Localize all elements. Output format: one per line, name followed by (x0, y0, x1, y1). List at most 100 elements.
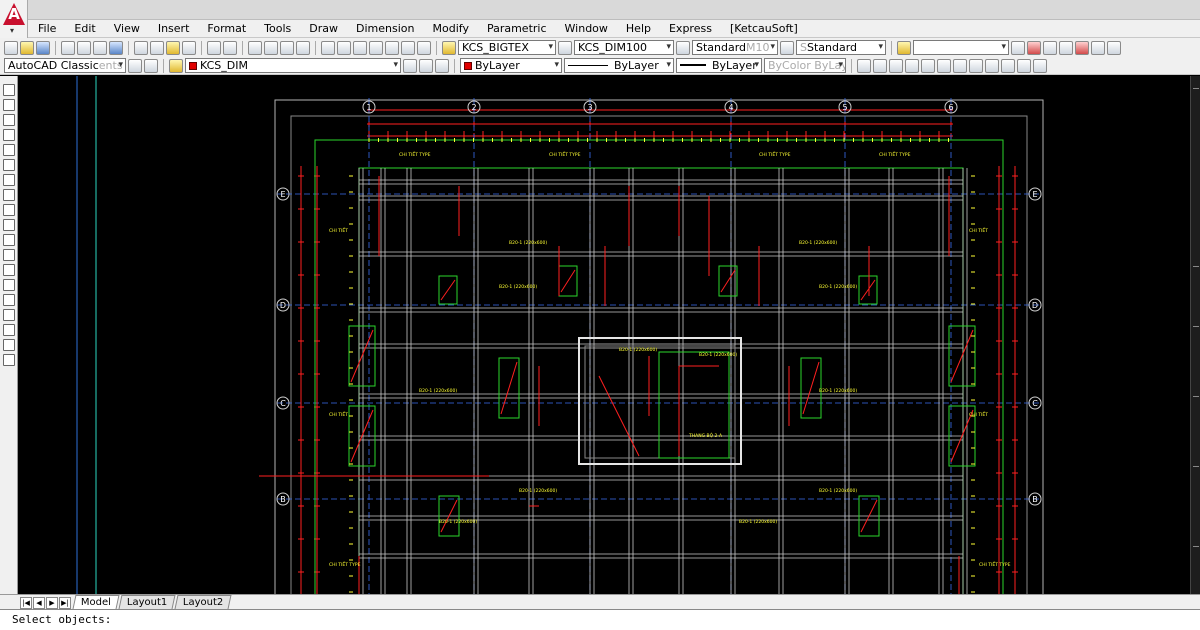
color-select[interactable]: ByLayer (460, 58, 562, 73)
layer-tool-5-icon[interactable] (1075, 40, 1089, 55)
drawing-canvas[interactable]: 1 2 3 4 5 6 E E D D C C B B CHI TIẾT TYPE CHI TIẾT TYPE… (19, 76, 1190, 594)
cut-icon[interactable] (134, 40, 148, 55)
insert-block-icon[interactable] (2, 249, 15, 261)
menu-format[interactable]: Format (207, 22, 246, 35)
text-style-icon[interactable] (442, 40, 456, 55)
table-style-select[interactable]: StandardM10 (692, 40, 778, 55)
menu-parametric[interactable]: Parametric (487, 22, 547, 35)
layer-properties-icon[interactable] (169, 58, 183, 73)
command-line[interactable]: Select objects: (0, 609, 1200, 630)
layer-state-icon[interactable] (435, 58, 449, 73)
modify-tool-8-icon[interactable] (969, 58, 983, 73)
blank-select[interactable] (913, 40, 1009, 55)
polygon-icon[interactable] (2, 129, 15, 141)
layer-tool-7-icon[interactable] (1107, 40, 1121, 55)
rectangle-icon[interactable] (2, 144, 15, 156)
save-icon[interactable] (36, 40, 50, 55)
modify-tool-2-icon[interactable] (873, 58, 887, 73)
menu-help[interactable]: Help (626, 22, 651, 35)
modify-tool-9-icon[interactable] (985, 58, 999, 73)
undo-icon[interactable] (207, 40, 221, 55)
layer-tool-6-icon[interactable] (1091, 40, 1105, 55)
modify-tool-5-icon[interactable] (921, 58, 935, 73)
zoom-realtime-icon[interactable] (264, 40, 278, 55)
workspace-select[interactable]: AutoCAD Classicents (4, 58, 126, 73)
tool-palette-strip[interactable] (1190, 76, 1200, 594)
new-file-icon[interactable] (4, 40, 18, 55)
menu-window[interactable]: Window (565, 22, 608, 35)
redo-icon[interactable] (223, 40, 237, 55)
linetype-select[interactable]: ByLayer (564, 58, 674, 73)
ellipse-arc-icon[interactable] (2, 234, 15, 246)
modify-tool-3-icon[interactable] (889, 58, 903, 73)
dim-style-icon[interactable] (558, 40, 572, 55)
gradient-icon[interactable] (2, 309, 15, 321)
tab-model[interactable]: Model (72, 595, 120, 609)
tab-layout2[interactable]: Layout2 (174, 595, 233, 609)
prev-tab-button[interactable]: ◀ (33, 597, 45, 609)
plot-preview-icon[interactable] (77, 40, 91, 55)
revcloud-icon[interactable] (2, 189, 15, 201)
menu-modify[interactable]: Modify (433, 22, 469, 35)
properties-icon[interactable] (321, 40, 335, 55)
menu-file[interactable]: File (38, 22, 56, 35)
menu-dimension[interactable]: Dimension (356, 22, 414, 35)
copy-icon[interactable] (150, 40, 164, 55)
modify-tool-1-icon[interactable] (857, 58, 871, 73)
zoom-previous-icon[interactable] (296, 40, 310, 55)
line-icon[interactable] (2, 84, 15, 96)
table-icon[interactable] (2, 339, 15, 351)
pan-icon[interactable] (248, 40, 262, 55)
modify-tool-10-icon[interactable] (1001, 58, 1015, 73)
workspace-settings-icon[interactable] (128, 58, 142, 73)
layer-tool-3-icon[interactable] (1043, 40, 1057, 55)
sheet-set-icon[interactable] (369, 40, 383, 55)
tool-palettes-icon[interactable] (353, 40, 367, 55)
last-tab-button[interactable]: ▶| (59, 597, 71, 609)
layer-manager-icon[interactable] (897, 40, 911, 55)
next-tab-button[interactable]: ▶ (46, 597, 58, 609)
markup-icon[interactable] (385, 40, 399, 55)
table-style-icon[interactable] (676, 40, 690, 55)
modify-tool-7-icon[interactable] (953, 58, 967, 73)
modify-tool-11-icon[interactable] (1017, 58, 1031, 73)
paste-icon[interactable] (166, 40, 180, 55)
mtext-icon[interactable] (2, 354, 15, 366)
open-file-icon[interactable] (20, 40, 34, 55)
lineweight-select[interactable]: ByLayer (676, 58, 762, 73)
workspace-save-icon[interactable] (144, 58, 158, 73)
layer-tool-1-icon[interactable] (1011, 40, 1025, 55)
ellipse-icon[interactable] (2, 219, 15, 231)
layer-previous-icon[interactable] (419, 58, 433, 73)
circle-icon[interactable] (2, 174, 15, 186)
region-icon[interactable] (2, 324, 15, 336)
layer-tool-4-icon[interactable] (1059, 40, 1073, 55)
menu-edit[interactable]: Edit (74, 22, 95, 35)
app-menu-button[interactable]: A ▾ (0, 0, 28, 38)
menu-view[interactable]: View (114, 22, 140, 35)
publish-icon[interactable] (93, 40, 107, 55)
make-block-icon[interactable] (2, 264, 15, 276)
layer-select[interactable]: KCS_DIM (185, 58, 401, 73)
tab-layout1[interactable]: Layout1 (118, 595, 176, 609)
zoom-window-icon[interactable] (280, 40, 294, 55)
text-style-select[interactable]: KCS_BIGTEX (458, 40, 556, 55)
calculator-icon[interactable] (401, 40, 415, 55)
menu-ketcausoft[interactable]: [KetcauSoft] (730, 22, 798, 35)
point-icon[interactable] (2, 279, 15, 291)
spline-icon[interactable] (2, 204, 15, 216)
design-center-icon[interactable] (337, 40, 351, 55)
plot-icon[interactable] (61, 40, 75, 55)
make-current-layer-icon[interactable] (403, 58, 417, 73)
polyline-icon[interactable] (2, 114, 15, 126)
menu-express[interactable]: Express (669, 22, 712, 35)
3d-dwf-icon[interactable] (109, 40, 123, 55)
multileader-style-select[interactable]: SStandard (796, 40, 886, 55)
menu-draw[interactable]: Draw (309, 22, 338, 35)
menu-insert[interactable]: Insert (158, 22, 190, 35)
dim-style-select[interactable]: KCS_DIM100 (574, 40, 674, 55)
hatch-icon[interactable] (2, 294, 15, 306)
multileader-style-icon[interactable] (780, 40, 794, 55)
modify-tool-4-icon[interactable] (905, 58, 919, 73)
construction-line-icon[interactable] (2, 99, 15, 111)
